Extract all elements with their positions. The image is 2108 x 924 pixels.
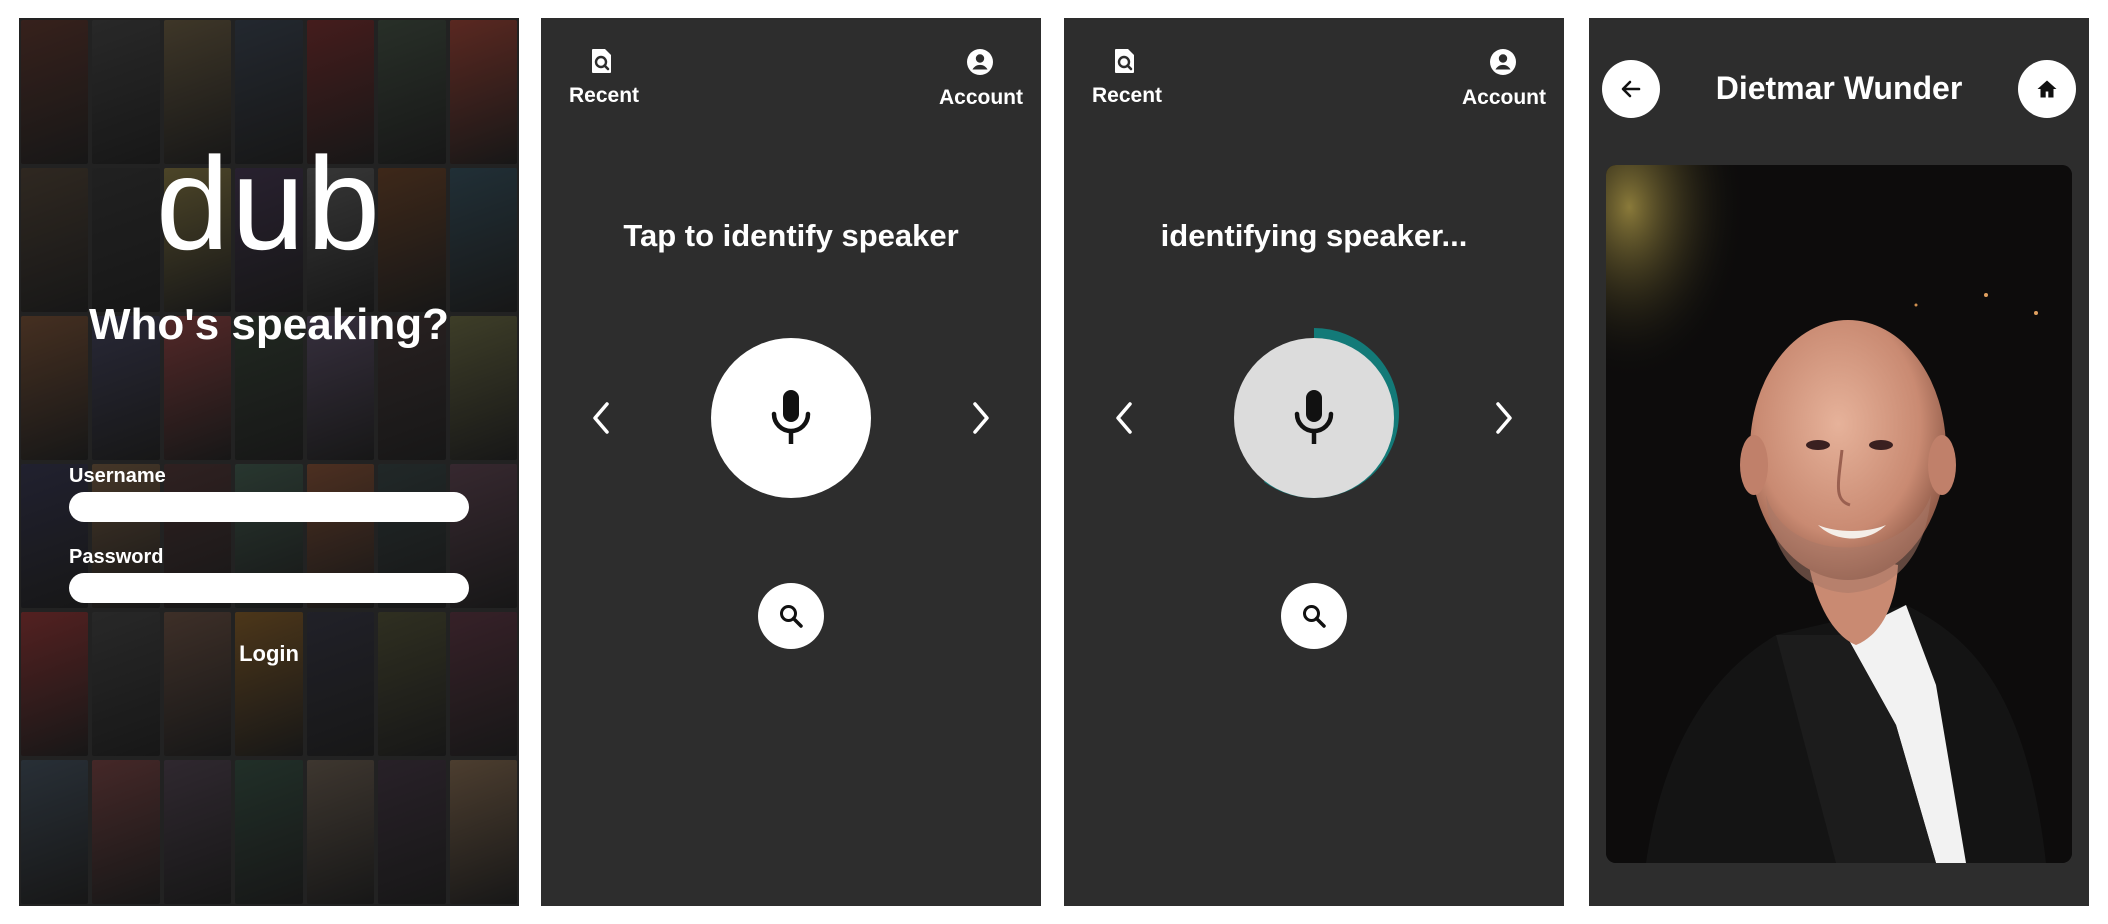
tagline: Who's speaking? xyxy=(88,300,450,349)
next-arrow-icon[interactable] xyxy=(966,398,996,438)
recent-nav-button[interactable]: Recent xyxy=(1092,48,1162,108)
search-icon xyxy=(1303,605,1326,628)
account-nav-button[interactable]: Account xyxy=(939,48,1023,110)
app-logo: dub xyxy=(155,130,383,277)
account-circle-icon xyxy=(939,48,1021,82)
speaker-portrait-image xyxy=(1606,165,2072,863)
back-button[interactable] xyxy=(1602,60,1660,118)
next-arrow-icon[interactable] xyxy=(1489,398,1519,438)
mic-button[interactable] xyxy=(1234,338,1394,498)
recent-search-icon xyxy=(1092,48,1158,80)
password-input[interactable] xyxy=(69,573,469,603)
home-icon xyxy=(2037,80,2057,98)
username-label: Username xyxy=(69,465,166,487)
previous-arrow-icon[interactable] xyxy=(1109,398,1139,438)
search-icon xyxy=(780,605,803,628)
home-button[interactable] xyxy=(2018,60,2076,118)
identify-screen-idle: Recent Account Tap to identify speaker xyxy=(541,18,1041,906)
microphone-icon xyxy=(771,390,811,444)
arrow-left-icon xyxy=(1621,80,1641,98)
identifying-status: identifying speaker... xyxy=(1160,218,1468,253)
account-circle-icon xyxy=(1462,48,1544,82)
account-nav-button[interactable]: Account xyxy=(1462,48,1546,110)
identify-prompt: Tap to identify speaker xyxy=(623,218,959,253)
login-button[interactable]: Login xyxy=(219,636,319,672)
mic-control xyxy=(711,338,871,498)
search-button[interactable] xyxy=(1281,583,1347,649)
search-button[interactable] xyxy=(758,583,824,649)
recent-nav-label: Recent xyxy=(1092,84,1163,107)
recent-search-icon xyxy=(569,48,635,80)
microphone-icon xyxy=(1294,390,1334,444)
recent-nav-button[interactable]: Recent xyxy=(569,48,639,108)
recent-nav-label: Recent xyxy=(569,84,640,107)
result-screen: Dietmar Wunder xyxy=(1589,18,2089,906)
mic-control xyxy=(1234,338,1394,498)
identify-screen-busy: Recent Account identifying speaker... xyxy=(1064,18,1564,906)
speaker-photo xyxy=(1606,165,2072,863)
speaker-name: Dietmar Wunder xyxy=(1715,70,1963,106)
previous-arrow-icon[interactable] xyxy=(586,398,616,438)
login-screen: dub Who's speaking? Username Password Lo… xyxy=(19,18,519,906)
account-nav-label: Account xyxy=(1462,86,1546,109)
username-input[interactable] xyxy=(69,492,469,522)
password-label: Password xyxy=(69,546,164,568)
mic-button[interactable] xyxy=(711,338,871,498)
account-nav-label: Account xyxy=(939,86,1023,109)
